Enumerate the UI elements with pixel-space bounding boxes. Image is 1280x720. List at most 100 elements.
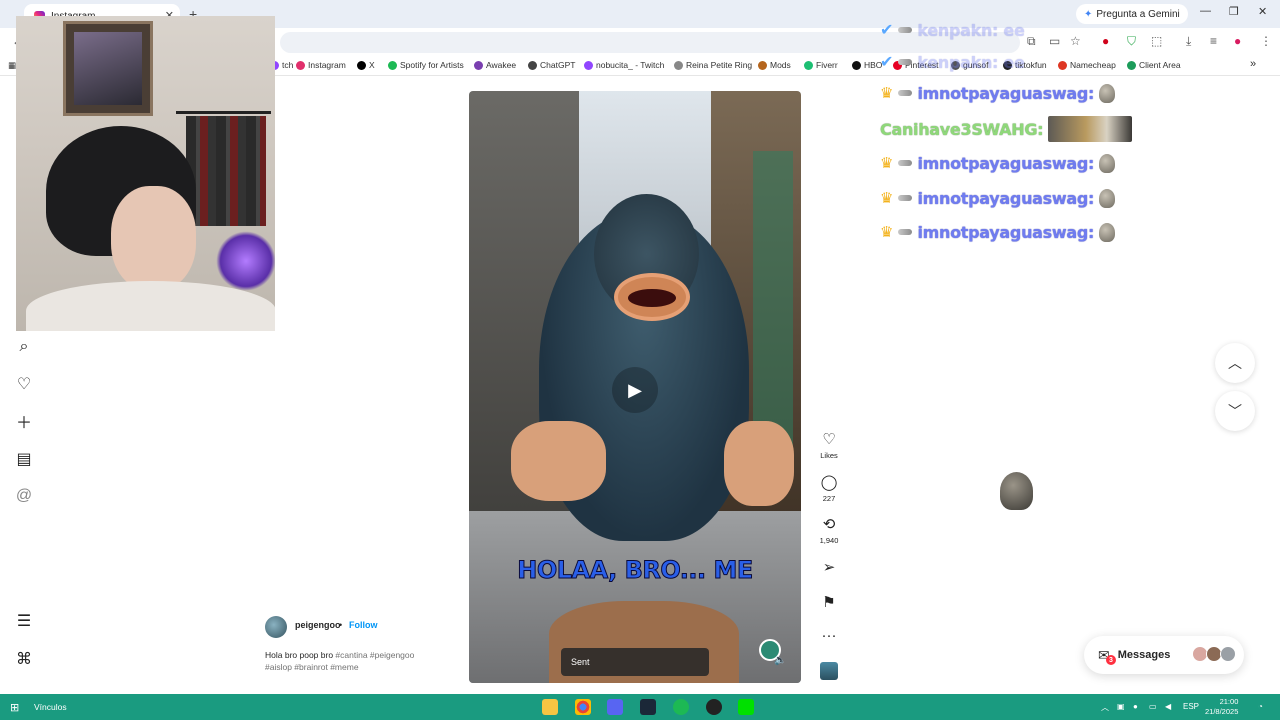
tray-chevron-icon[interactable]: ︿ xyxy=(1101,702,1109,713)
pigeon-hand-right xyxy=(724,421,794,506)
like-button[interactable]: ♡ Likes xyxy=(814,431,844,461)
sent-label: Sent xyxy=(571,657,590,667)
shield-icon[interactable]: ⛉ xyxy=(1127,34,1136,49)
close-window-icon[interactable]: ✕ xyxy=(1258,5,1267,18)
skull-emote xyxy=(1099,153,1116,173)
tray-app-icon[interactable]: ▣ xyxy=(1117,702,1125,711)
cast-icon[interactable]: ▭ xyxy=(1049,34,1060,48)
bookmark-label: nobucita_ - Twitch xyxy=(596,60,665,70)
bookmark-favicon-icon xyxy=(1058,60,1067,70)
download-icon[interactable]: ⤓ xyxy=(1186,34,1191,49)
bookmark-item[interactable]: Client Area xyxy=(1127,60,1181,70)
author-avatar[interactable] xyxy=(265,616,287,638)
bookmark-item[interactable]: HBO xyxy=(852,60,882,70)
image-emote xyxy=(1048,116,1133,142)
separator: • xyxy=(339,620,343,630)
links-label[interactable]: Vínculos xyxy=(34,702,67,712)
likes-label: Likes xyxy=(820,451,838,460)
bookmark-favicon-icon xyxy=(1127,60,1136,70)
bookmark-item[interactable]: ChatGPT xyxy=(528,60,575,70)
bookmark-item[interactable]: Instagram xyxy=(296,60,346,70)
bookmark-label: Client Area xyxy=(1139,60,1181,70)
bookmark-item[interactable]: Fiverr xyxy=(804,60,838,70)
kebab-menu-icon[interactable]: ⋮ xyxy=(1260,34,1272,48)
extensions-icon[interactable]: ⬚ xyxy=(1151,34,1162,48)
skull-overlay-image xyxy=(1000,472,1033,510)
comment-icon: ◯ xyxy=(820,474,838,491)
play-button[interactable]: ▶ xyxy=(612,367,658,413)
search-icon[interactable]: ⌕ xyxy=(14,337,34,357)
bookmark-favicon-icon xyxy=(804,60,813,70)
green-app-icon[interactable] xyxy=(738,699,754,715)
obs-icon[interactable] xyxy=(706,699,722,715)
bookmark-item[interactable]: Mods xyxy=(758,60,791,70)
language-indicator[interactable]: ESP xyxy=(1183,702,1199,711)
bookmark-item[interactable]: Awakee xyxy=(474,60,516,70)
bookmark-label: Spotify for Artists xyxy=(400,60,464,70)
chat-username: imnotpayaguaswag: xyxy=(917,222,1095,242)
streamer-shirt xyxy=(26,281,275,331)
spotify-icon[interactable] xyxy=(673,699,689,715)
skull-emote xyxy=(1099,222,1116,242)
messages-button[interactable]: ✉ 3 Messages xyxy=(1084,636,1244,674)
bookmark-favicon-icon xyxy=(296,60,305,70)
system-clock[interactable]: 21:00 21/8/2025 xyxy=(1205,697,1238,717)
audio-thumbnail[interactable] xyxy=(820,662,838,680)
follow-button[interactable]: Follow xyxy=(349,620,378,630)
more-bookmarks-icon[interactable]: » xyxy=(1250,58,1256,70)
dashboard-icon[interactable]: ▤ xyxy=(14,449,34,469)
apps-icon[interactable]: ▦ xyxy=(8,60,16,71)
save-button[interactable]: ⚑ xyxy=(814,594,844,612)
bookmark-item[interactable]: nobucita_ - Twitch xyxy=(584,60,664,70)
pill-badge xyxy=(898,27,913,33)
hashtags[interactable]: #cantina #peigengoo xyxy=(335,650,414,660)
notifications-icon[interactable]: ◔ xyxy=(1258,702,1263,711)
heart-icon[interactable]: ♡ xyxy=(14,374,34,394)
comment-button[interactable]: ◯ 227 xyxy=(814,474,844,504)
pill-badge xyxy=(898,229,913,235)
profile-avatar[interactable]: ● xyxy=(1234,34,1241,48)
bookmark-item[interactable]: Reina Petite Ring xyxy=(674,60,752,70)
file-explorer-icon[interactable] xyxy=(542,699,558,715)
bookmark-item[interactable]: Spotify for Artists xyxy=(388,60,464,70)
network-icon[interactable]: ▭ xyxy=(1149,702,1157,711)
windows-start-icon[interactable]: ⊞ xyxy=(10,701,19,714)
microphone-icon[interactable]: ● xyxy=(1133,702,1138,711)
windows-taskbar: ⊞ Vínculos ︿ ▣ ● ▭ ◀ ESP 21:00 21/8/2025… xyxy=(0,694,1280,720)
minimize-icon[interactable]: — xyxy=(1200,5,1211,17)
reel-video[interactable]: HOLAA, BRO... ME ▶ Sent 🔈 xyxy=(469,91,801,683)
menu-icon[interactable]: ☰ xyxy=(14,611,34,631)
star-icon[interactable]: ☆ xyxy=(1070,34,1081,48)
author-name[interactable]: peigengoo xyxy=(295,620,341,630)
bookmark-label: Instagram xyxy=(308,60,346,70)
bookmark-item[interactable]: Namecheap xyxy=(1058,60,1116,70)
more-icon[interactable]: ⌘ xyxy=(14,649,34,669)
crown-icon: ♛ xyxy=(880,224,894,241)
opera-icon[interactable]: ● xyxy=(1102,34,1109,48)
crown-icon: ♛ xyxy=(880,190,894,207)
gemini-button[interactable]: ✦ Pregunta a Gemini xyxy=(1076,4,1188,24)
volume-icon[interactable]: ◀ xyxy=(1165,702,1171,711)
chrome-icon[interactable] xyxy=(575,699,591,715)
chat-username: Canihave3SWAHG: xyxy=(880,119,1044,139)
bookmark-favicon-icon xyxy=(388,60,397,70)
next-reel-button[interactable]: ﹀ xyxy=(1215,391,1255,431)
bookmark-item[interactable]: X xyxy=(357,60,375,70)
bookmark-label: X xyxy=(369,60,375,70)
more-options-button[interactable]: ··· xyxy=(814,627,844,645)
volume-icon[interactable]: 🔈 xyxy=(774,655,786,666)
play-icon: ▶ xyxy=(628,379,642,400)
hashtags[interactable]: #aislop #brainrot #meme xyxy=(265,662,359,672)
repost-button[interactable]: ⟲ 1,940 xyxy=(814,516,844,546)
threads-icon[interactable]: @ xyxy=(14,486,34,506)
reading-list-icon[interactable]: ≡ xyxy=(1210,34,1217,48)
steam-icon[interactable] xyxy=(640,699,656,715)
share-button[interactable]: ➢ xyxy=(814,559,844,577)
create-icon[interactable]: ＋ xyxy=(14,411,34,432)
messages-badge: 3 xyxy=(1106,655,1116,665)
chat-username: imnotpayaguaswag: xyxy=(917,153,1095,173)
translate-icon[interactable]: ⧉ xyxy=(1027,34,1036,49)
restore-icon[interactable]: ❐ xyxy=(1229,5,1239,18)
discord-icon[interactable] xyxy=(607,699,623,715)
previous-reel-button[interactable]: ︿ xyxy=(1215,343,1255,383)
